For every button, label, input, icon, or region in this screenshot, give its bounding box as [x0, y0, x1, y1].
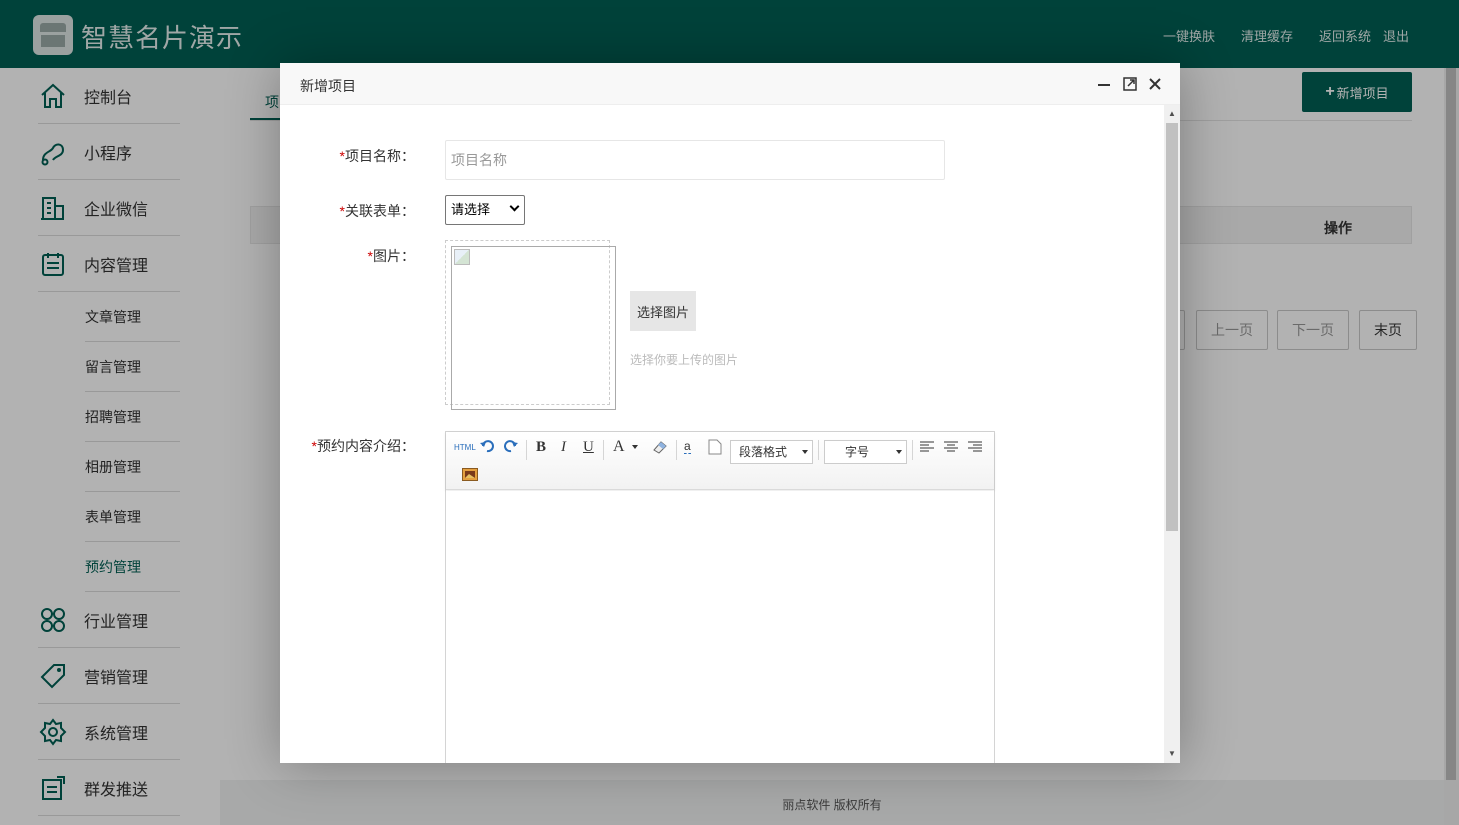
project-name-input[interactable]: 项目名称	[445, 140, 945, 180]
font-size-select[interactable]: 字号	[824, 440, 907, 464]
toolbar-separator	[603, 440, 604, 460]
chevron-down-icon	[802, 450, 808, 454]
project-name-label: *项目名称：	[339, 148, 415, 164]
image-preview	[445, 240, 616, 410]
paragraph-format-select[interactable]: 段落格式	[730, 440, 813, 464]
italic-icon[interactable]: I	[561, 439, 566, 456]
close-icon[interactable]	[1146, 75, 1164, 93]
bold-icon[interactable]: B	[536, 439, 546, 456]
chevron-down-icon	[896, 450, 902, 454]
redo-icon[interactable]	[503, 438, 519, 457]
eraser-icon[interactable]	[652, 439, 668, 458]
align-center-icon[interactable]	[944, 441, 958, 456]
chevron-down-icon[interactable]	[632, 445, 638, 449]
dialog-title: 新增项目	[300, 78, 356, 94]
broken-image-icon	[454, 249, 470, 265]
add-project-dialog: 新增项目 *项目名称： 项目名称 *关联表单： 请选择 *图片： 选择图片 选择…	[280, 63, 1180, 763]
linked-form-label: *关联表单：	[339, 203, 415, 219]
anchor-icon[interactable]: a	[684, 439, 691, 454]
editor-content-area[interactable]	[446, 491, 994, 763]
rich-text-editor: HTML B I U A a 段落格式 字号	[445, 431, 995, 763]
html-source-button[interactable]: HTML	[454, 443, 476, 452]
undo-icon[interactable]	[479, 438, 495, 457]
font-color-icon[interactable]: A	[613, 438, 625, 456]
dialog-header: 新增项目	[280, 63, 1180, 105]
page-icon[interactable]	[708, 439, 722, 458]
image-label: *图片：	[367, 248, 415, 264]
editor-toolbar: HTML B I U A a 段落格式 字号	[446, 432, 994, 490]
chevron-down-icon	[509, 201, 520, 212]
intro-label: *预约内容介绍：	[311, 438, 415, 454]
select-image-hint: 选择你要上传的图片	[630, 353, 739, 367]
dialog-scrollbar[interactable]: ▲ ▼	[1164, 105, 1180, 763]
toolbar-separator	[912, 440, 913, 460]
select-image-button[interactable]: 选择图片	[630, 291, 696, 331]
toolbar-separator	[818, 440, 819, 460]
align-right-icon[interactable]	[968, 441, 982, 456]
scroll-up-icon[interactable]: ▲	[1168, 109, 1176, 118]
underline-icon[interactable]: U	[583, 439, 594, 456]
dialog-scrollbar-thumb[interactable]	[1166, 123, 1178, 531]
toolbar-separator	[526, 440, 527, 460]
toolbar-separator	[676, 440, 677, 460]
maximize-icon[interactable]	[1121, 75, 1139, 93]
insert-image-icon[interactable]	[462, 468, 478, 484]
scroll-down-icon[interactable]: ▼	[1168, 749, 1176, 758]
linked-form-select[interactable]: 请选择	[445, 195, 525, 225]
dialog-body: *项目名称： 项目名称 *关联表单： 请选择 *图片： 选择图片 选择你要上传的…	[280, 105, 1164, 763]
align-left-icon[interactable]	[920, 441, 934, 456]
minimize-icon[interactable]	[1095, 75, 1113, 93]
